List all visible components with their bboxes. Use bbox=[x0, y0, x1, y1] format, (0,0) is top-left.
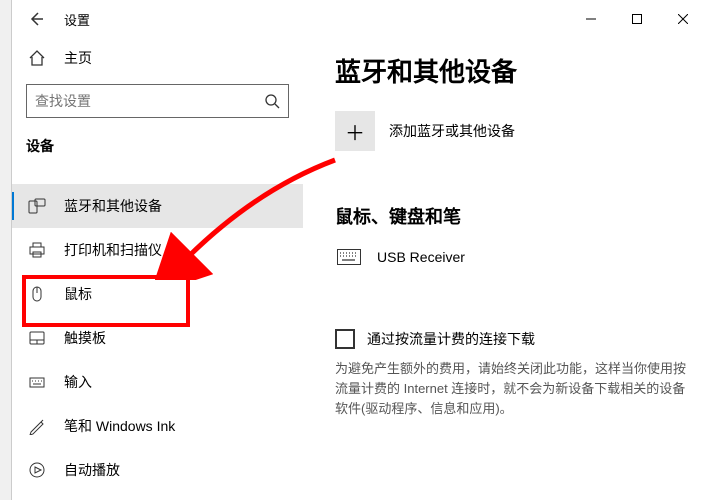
category-label: 设备 bbox=[12, 130, 303, 162]
window-body: 主页 设备 蓝牙和其他设备 bbox=[12, 38, 706, 500]
nav-list: 蓝牙和其他设备 打印机和扫描仪 鼠标 bbox=[12, 184, 303, 492]
minimize-icon bbox=[586, 14, 596, 24]
nav-touchpad[interactable]: 触摸板 bbox=[12, 316, 303, 360]
page-title: 蓝牙和其他设备 bbox=[335, 52, 686, 89]
nav-item-label: 输入 bbox=[64, 372, 92, 392]
nav-item-label: 触摸板 bbox=[64, 328, 106, 348]
autoplay-icon bbox=[26, 461, 48, 479]
nav-item-label: 打印机和扫描仪 bbox=[64, 240, 162, 260]
search-icon bbox=[264, 93, 280, 109]
plus-icon: ＋ bbox=[335, 111, 375, 151]
keyboard-icon bbox=[335, 249, 363, 265]
add-device-label: 添加蓝牙或其他设备 bbox=[389, 121, 515, 141]
nav-mouse[interactable]: 鼠标 bbox=[12, 272, 303, 316]
nav-autoplay[interactable]: 自动播放 bbox=[12, 448, 303, 492]
nav-bluetooth-devices[interactable]: 蓝牙和其他设备 bbox=[12, 184, 303, 228]
bluetooth-devices-icon bbox=[26, 197, 48, 215]
pen-icon bbox=[26, 417, 48, 435]
maximize-icon bbox=[632, 14, 642, 24]
back-button[interactable] bbox=[22, 5, 50, 33]
add-device-button[interactable]: ＋ 添加蓝牙或其他设备 bbox=[335, 111, 686, 151]
printer-icon bbox=[26, 241, 48, 259]
nav-item-label: 鼠标 bbox=[64, 284, 92, 304]
search-box[interactable] bbox=[26, 84, 289, 118]
mouse-icon bbox=[26, 285, 48, 303]
metered-checkbox-label: 通过按流量计费的连接下载 bbox=[367, 329, 535, 349]
titlebar: 设置 bbox=[12, 0, 706, 38]
external-tab-strip bbox=[0, 0, 12, 500]
home-icon bbox=[26, 49, 48, 67]
home-label: 主页 bbox=[64, 48, 92, 68]
nav-item-label: 自动播放 bbox=[64, 460, 120, 480]
nav-typing[interactable]: 输入 bbox=[12, 360, 303, 404]
search-input[interactable] bbox=[35, 93, 264, 109]
back-arrow-icon bbox=[28, 11, 44, 27]
window-title: 设置 bbox=[64, 10, 90, 29]
nav-item-label: 笔和 Windows Ink bbox=[64, 416, 175, 436]
device-usb-receiver[interactable]: USB Receiver bbox=[335, 243, 686, 271]
metered-checkbox[interactable] bbox=[335, 329, 355, 349]
nav-item-label: 蓝牙和其他设备 bbox=[64, 196, 162, 216]
touchpad-icon bbox=[26, 329, 48, 347]
home-button[interactable]: 主页 bbox=[12, 38, 303, 78]
section-mouse-keyboard-pen: 鼠标、键盘和笔 bbox=[335, 203, 686, 229]
minimize-button[interactable] bbox=[568, 3, 614, 35]
metered-section: 通过按流量计费的连接下载 为避免产生额外的费用，请始终关闭此功能，这样当你使用按… bbox=[335, 329, 686, 419]
window-controls bbox=[568, 3, 706, 35]
close-icon bbox=[678, 14, 688, 24]
main-content: 蓝牙和其他设备 ＋ 添加蓝牙或其他设备 鼠标、键盘和笔 USB Receiver… bbox=[317, 38, 706, 500]
metered-checkbox-row[interactable]: 通过按流量计费的连接下载 bbox=[335, 329, 686, 349]
settings-window: 设置 主页 bbox=[12, 0, 706, 500]
sidebar: 主页 设备 蓝牙和其他设备 bbox=[12, 38, 317, 500]
nav-pen-ink[interactable]: 笔和 Windows Ink bbox=[12, 404, 303, 448]
nav-printers-scanners[interactable]: 打印机和扫描仪 bbox=[12, 228, 303, 272]
device-name: USB Receiver bbox=[377, 249, 465, 265]
metered-description: 为避免产生额外的费用，请始终关闭此功能，这样当你使用按流量计费的 Interne… bbox=[335, 359, 686, 419]
typing-icon bbox=[26, 373, 48, 391]
close-button[interactable] bbox=[660, 3, 706, 35]
maximize-button[interactable] bbox=[614, 3, 660, 35]
